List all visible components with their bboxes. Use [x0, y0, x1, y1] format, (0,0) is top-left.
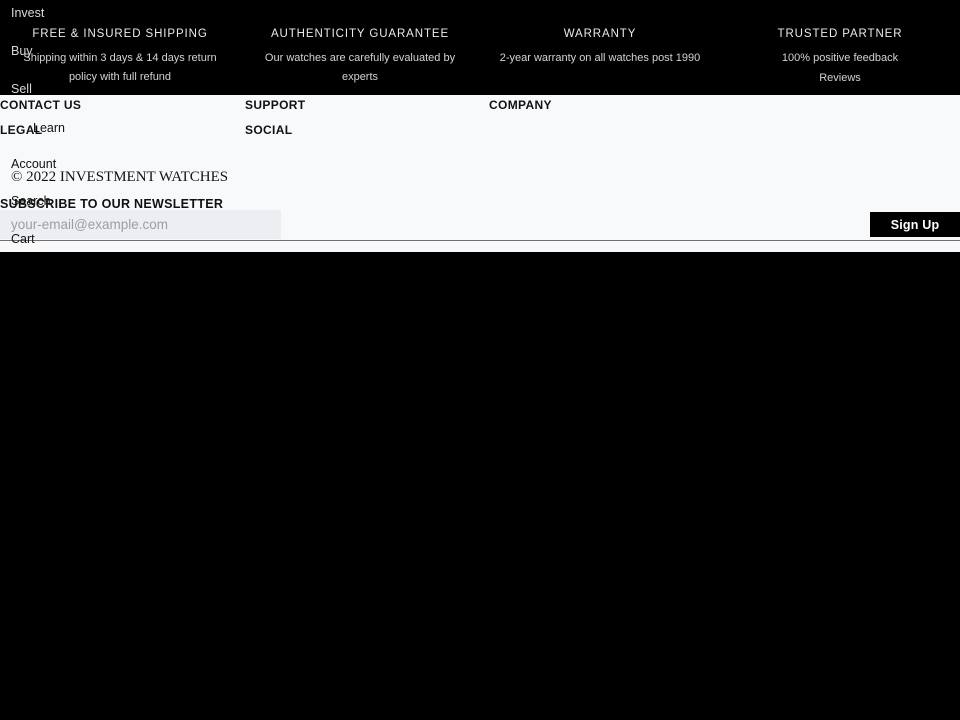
trust-title-warranty: WARRANTY: [563, 28, 637, 40]
trust-title-authenticity: AUTHENTICITY GUARANTEE: [270, 28, 450, 40]
footer: CONTACT US SUPPORT COMPANY LEGAL SOCIAL …: [0, 95, 960, 252]
trust-column-trusted-partner: TRUSTED PARTNER 100% positive feedback R…: [720, 0, 960, 88]
trust-description-shipping: Shipping within 3 days & 14 days return …: [23, 52, 217, 83]
trust-description-authenticity: Our watches are carefully evaluated by e…: [264, 52, 456, 83]
trust-description-trusted-partner: 100% positive feedback: [781, 52, 899, 64]
trust-banner-columns: FREE & INSURED SHIPPING Shipping within …: [0, 0, 960, 88]
footer-heading-support: SUPPORT: [245, 98, 306, 112]
trust-title-trusted-partner: TRUSTED PARTNER: [777, 28, 903, 40]
page-root: FREE & INSURED SHIPPING Shipping within …: [0, 0, 960, 720]
trust-banner: FREE & INSURED SHIPPING Shipping within …: [0, 0, 960, 95]
trust-column-authenticity: AUTHENTICITY GUARANTEE Our watches are c…: [240, 0, 480, 88]
trust-title-shipping: FREE & INSURED SHIPPING: [32, 28, 208, 40]
footer-divider: [0, 240, 960, 241]
nav-item-sell[interactable]: Sell: [11, 82, 32, 96]
newsletter-signup-button[interactable]: Sign Up: [870, 212, 960, 237]
reviews-link[interactable]: Reviews: [819, 69, 861, 88]
page-background-fill: [0, 252, 960, 720]
footer-heading-social: SOCIAL: [245, 123, 293, 137]
newsletter-email-input[interactable]: [0, 210, 281, 239]
trust-column-warranty: WARRANTY 2-year warranty on all watches …: [480, 0, 720, 88]
nav-item-invest[interactable]: Invest: [11, 6, 44, 20]
nav-item-search[interactable]: Search: [11, 194, 51, 208]
footer-heading-company: COMPANY: [489, 98, 552, 112]
nav-item-cart[interactable]: Cart: [11, 232, 35, 246]
trust-description-warranty: 2-year warranty on all watches post 1990: [499, 52, 701, 64]
nav-item-learn[interactable]: Learn: [33, 121, 65, 135]
nav-item-account[interactable]: Account: [11, 157, 56, 171]
nav-item-buy[interactable]: Buy: [11, 44, 33, 58]
footer-heading-contact-us: CONTACT US: [0, 98, 82, 112]
